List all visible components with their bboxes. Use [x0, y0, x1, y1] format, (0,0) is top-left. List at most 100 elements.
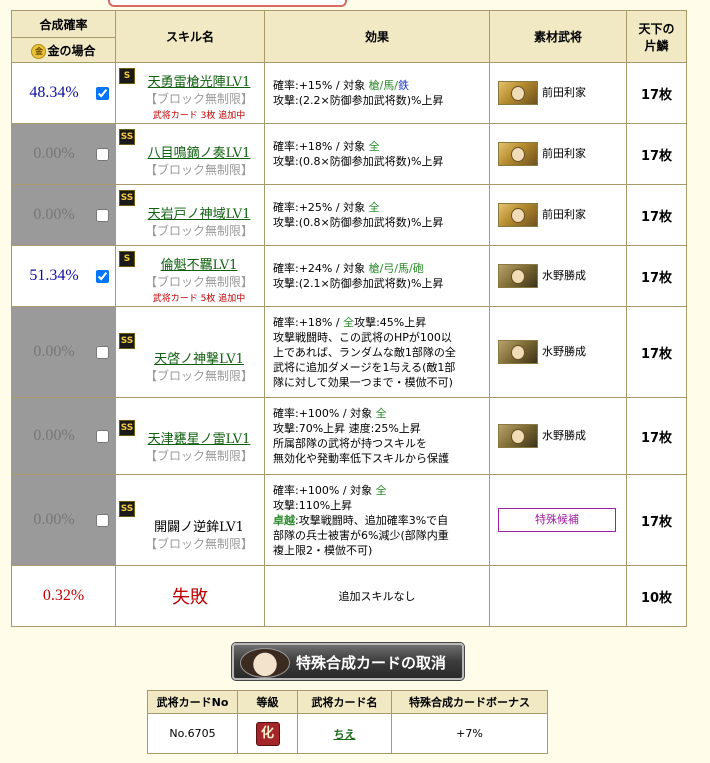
skill-block-limit: 【ブロック無制限】: [144, 163, 253, 177]
header-material: 素材武将: [489, 10, 627, 63]
skill-name-link[interactable]: 開闢ノ逆鉾LV1: [138, 516, 260, 535]
fail-count: 10枚: [626, 565, 687, 627]
cancel-special-card-button[interactable]: 特殊合成カードの取消: [232, 643, 464, 680]
skill-cell: S 天勇雷槍光陣LV1 【ブロック無制限】 武将カード 3枚 追加中: [115, 62, 265, 124]
skill-row: 51.34% S 倫魁不羈LV1 【ブロック無制限】 武将カード 5枚 追加中 …: [11, 245, 687, 307]
effect-target: 槍/弓/馬/砲: [368, 262, 424, 275]
fail-material-empty: [489, 565, 627, 627]
effect-text: 攻撃:45%上昇: [354, 315, 427, 329]
header-count: 天下の 片鱗: [626, 10, 687, 63]
select-checkbox[interactable]: [96, 147, 109, 161]
rate-cell: 51.34%: [11, 245, 116, 307]
effect-text: 確率:+24% / 対象: [273, 262, 369, 275]
card-name-link[interactable]: ちえ: [334, 728, 356, 741]
effect-text: 攻撃:(2.2×防御参加武将数)%上昇: [273, 94, 444, 107]
rate-value: 51.34%: [29, 267, 79, 284]
material-cell: 特殊候補: [489, 474, 627, 566]
effect-text: 攻撃:70%上昇 速度:25%上昇: [273, 422, 421, 435]
count-cell: 17枚: [626, 123, 687, 185]
material-name: 前田利家: [542, 208, 586, 221]
card-name-cell: ちえ: [297, 713, 392, 754]
count-cell: 17枚: [626, 397, 687, 475]
skill-name-link[interactable]: 天岩戸ノ神域LV1: [138, 203, 260, 222]
card-no: No.6705: [147, 713, 238, 754]
synthesis-table: 合成確率 スキル名 効果 素材武将 天下の 片鱗 金金の場合 48.34% S …: [11, 10, 687, 627]
effect-cell: 確率:+18% / 全攻撃:45%上昇 攻撃戦闘時、この武将のHPが100以 上…: [264, 306, 490, 398]
effect-target: 槍/馬/: [368, 79, 398, 92]
rate-value: 0.00%: [33, 427, 75, 444]
select-checkbox[interactable]: [96, 513, 109, 527]
skill-row: 0.00% SS 天啓ノ神撃LV1 【ブロック無制限】 確率:+18% / 全攻…: [11, 306, 687, 398]
card-header-no: 武将カードNo: [147, 690, 238, 714]
skill-block-limit: 【ブロック無制限】: [144, 91, 253, 106]
skill-name-link[interactable]: 八目鳴鏑ノ奏LV1: [138, 142, 260, 161]
skill-card-added: 武将カード 5枚 追加中: [152, 293, 246, 304]
fail-row: 0.32% 失敗 追加スキルなし 10枚: [11, 565, 687, 627]
effect-text: 攻撃戦闘時、この武将のHPが100以: [273, 330, 452, 344]
header-effect: 効果: [264, 10, 490, 63]
skill-rank-badge: SS: [119, 420, 135, 436]
general-avatar: [498, 81, 538, 105]
rate-value: 0.00%: [33, 145, 75, 162]
material-name: 前田利家: [542, 147, 586, 160]
fail-note: 追加スキルなし: [264, 565, 490, 627]
header-skill: スキル名: [115, 10, 265, 63]
material-name: 前田利家: [542, 86, 586, 99]
skill-name-link[interactable]: 天勇雷槍光陣LV1: [138, 71, 260, 90]
effect-text: 攻撃:110%上昇: [273, 498, 353, 512]
select-checkbox[interactable]: [96, 208, 109, 222]
fail-label: 失敗: [115, 565, 265, 627]
select-checkbox[interactable]: [96, 269, 109, 283]
select-checkbox[interactable]: [96, 345, 109, 359]
effect-target: 全: [375, 407, 387, 420]
skill-block-limit: 【ブロック無制限】: [144, 368, 253, 383]
effect-text: 確率:+18% / 対象: [273, 140, 369, 153]
effect-target: 全: [368, 201, 380, 214]
effect-text: 攻撃:(2.1×防御参加武将数)%上昇: [273, 277, 444, 290]
card-bonus: +7%: [391, 713, 548, 754]
special-candidate-button[interactable]: 特殊候補: [498, 508, 616, 532]
skill-block-limit: 【ブロック無制限】: [144, 274, 253, 289]
skill-rank-badge: SS: [119, 501, 135, 517]
rate-cell: 0.00%: [11, 306, 116, 398]
select-checkbox[interactable]: [96, 429, 109, 443]
cancel-button-label: 特殊合成カードの取消: [296, 654, 447, 672]
count-cell: 17枚: [626, 245, 687, 307]
effect-cell: 確率:+25% / 対象 全 攻撃:(0.8×防御参加武将数)%上昇: [264, 184, 490, 246]
rate-value: 0.00%: [33, 343, 75, 360]
skill-name-link[interactable]: 天津甕星ノ雷LV1: [138, 428, 260, 447]
rate-value: 0.00%: [33, 206, 75, 223]
effect-cell: 確率:+15% / 対象 槍/馬/鉄 攻撃:(2.2×防御参加武将数)%上昇: [264, 62, 490, 124]
skill-row: 0.00% SS 天津甕星ノ雷LV1 【ブロック無制限】 確率:+100% / …: [11, 397, 687, 475]
skill-block-limit: 【ブロック無制限】: [144, 536, 253, 551]
skill-row: 0.00% SS 開闢ノ逆鉾LV1 【ブロック無制限】 確率:+100% / 対…: [11, 474, 687, 566]
material-name: 水野勝成: [542, 345, 586, 358]
skill-cell: SS 天岩戸ノ神域LV1 【ブロック無制限】: [115, 184, 265, 246]
rate-cell: 0.00%: [11, 184, 116, 246]
card-portrait-icon: [240, 648, 290, 678]
skill-row: 0.00% SS 八目鳴鏑ノ奏LV1 【ブロック無制限】 確率:+18% / 対…: [11, 123, 687, 185]
rate-cell: 0.00%: [11, 123, 116, 185]
material-name: 水野勝成: [542, 269, 586, 282]
skill-name-link[interactable]: 倫魁不羈LV1: [138, 254, 260, 273]
effect-text: 確率:+25% / 対象: [273, 201, 369, 214]
count-cell: 17枚: [626, 474, 687, 566]
material-name: 水野勝成: [542, 429, 586, 442]
general-avatar: [498, 142, 538, 166]
effect-cell: 確率:+100% / 対象 全 攻撃:110%上昇 卓越:攻撃戦闘時、追加確率3…: [264, 474, 490, 566]
header-count-line1: 天下の: [638, 21, 675, 36]
special-card-table: 武将カードNo 等級 武将カード名 特殊合成カードボーナス No.6705 化 …: [147, 690, 548, 754]
effect-cell: 確率:+24% / 対象 槍/弓/馬/砲 攻撃:(2.1×防御参加武将数)%上昇: [264, 245, 490, 307]
skill-rank-badge: S: [119, 68, 135, 84]
effect-text: 攻撃:(0.8×防御参加武将数)%上昇: [273, 155, 444, 168]
skill-card-added: 武将カード 3枚 追加中: [152, 110, 246, 121]
skill-name-link[interactable]: 天啓ノ神撃LV1: [138, 348, 260, 367]
select-checkbox[interactable]: [96, 86, 109, 100]
skill-cell: SS 八目鳴鏑ノ奏LV1 【ブロック無制限】: [115, 123, 265, 185]
effect-text: 確率:+15% / 対象: [273, 79, 369, 92]
count-cell: 17枚: [626, 62, 687, 124]
general-avatar: [498, 424, 538, 448]
header-count-line2: 片鱗: [644, 38, 669, 53]
header-gold-label: 金の場合: [47, 43, 96, 58]
effect-target: 全: [375, 483, 387, 497]
